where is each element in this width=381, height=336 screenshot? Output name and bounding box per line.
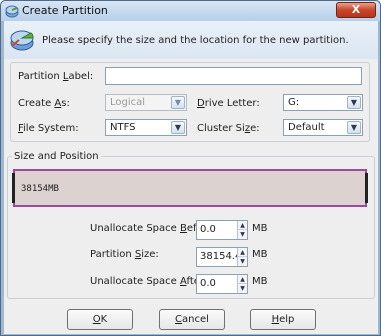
- space-before-value: 0.0: [200, 224, 216, 235]
- drive-letter-select[interactable]: G: ▼: [283, 94, 363, 111]
- partition-size-label: Partition Size:: [90, 249, 159, 260]
- space-after-label: Unallocate Space After:: [90, 276, 207, 287]
- partition-app-icon: [5, 5, 19, 18]
- space-after-spinner[interactable]: ▲ ▼: [237, 275, 247, 293]
- create-as-value: Logical: [110, 97, 146, 108]
- space-after-unit: MB: [252, 276, 268, 287]
- chevron-down-icon: ▼: [171, 96, 185, 109]
- cluster-size-select[interactable]: Default ▼: [283, 119, 363, 136]
- header-instruction: Please specify the size and the location…: [42, 35, 349, 46]
- spin-up-icon[interactable]: ▲: [238, 275, 247, 284]
- create-as-select[interactable]: Logical ▼: [105, 94, 187, 111]
- space-after-input[interactable]: 0.0 ▲ ▼: [196, 274, 248, 294]
- partition-size-value: 38154.4: [200, 251, 242, 262]
- left-resize-handle[interactable]: [12, 173, 15, 203]
- partition-disk-icon: [10, 30, 34, 51]
- space-after-value: 0.0: [200, 278, 216, 289]
- cluster-size-value: Default: [288, 122, 325, 133]
- drive-letter-label: Drive Letter:: [197, 98, 260, 109]
- window-title: Create Partition: [22, 4, 108, 17]
- ok-button[interactable]: OK: [67, 309, 133, 330]
- spin-down-icon[interactable]: ▼: [238, 230, 247, 239]
- dialog-header: Please specify the size and the location…: [4, 21, 378, 59]
- file-system-value: NTFS: [110, 122, 136, 133]
- dialog-body: Partition Label: Create As: Logical ▼ Dr…: [4, 59, 378, 334]
- file-system-select[interactable]: NTFS ▼: [105, 119, 187, 136]
- space-before-spinner[interactable]: ▲ ▼: [237, 221, 247, 239]
- space-before-unit: MB: [252, 223, 268, 234]
- cluster-size-label: Cluster Size:: [197, 123, 260, 134]
- partition-size-spinner[interactable]: ▲ ▼: [237, 248, 247, 266]
- size-position-title: Size and Position: [12, 151, 101, 162]
- spin-down-icon[interactable]: ▼: [238, 284, 247, 293]
- partition-map-bar[interactable]: 38154MB: [12, 169, 368, 207]
- partition-label-field[interactable]: [105, 67, 362, 85]
- partition-size-unit: MB: [252, 249, 268, 260]
- right-resize-handle[interactable]: [365, 173, 368, 203]
- partition-size-input[interactable]: 38154.4 ▲ ▼: [196, 247, 248, 267]
- chevron-down-icon: ▼: [171, 121, 185, 134]
- title-bar[interactable]: Create Partition X: [1, 1, 380, 21]
- chevron-down-icon: ▼: [347, 96, 361, 109]
- file-system-label: File System:: [18, 123, 79, 134]
- drive-letter-value: G:: [288, 97, 300, 108]
- cancel-button[interactable]: Cancel: [159, 309, 225, 330]
- create-as-label: Create As:: [18, 98, 70, 109]
- partition-size-display: 38154MB: [21, 184, 59, 194]
- help-button[interactable]: Help: [250, 309, 316, 330]
- spin-down-icon[interactable]: ▼: [238, 257, 247, 266]
- spin-up-icon[interactable]: ▲: [238, 221, 247, 230]
- spin-up-icon[interactable]: ▲: [238, 248, 247, 257]
- partition-label-label: Partition Label:: [18, 71, 94, 82]
- close-button[interactable]: X: [336, 2, 376, 18]
- chevron-down-icon: ▼: [347, 121, 361, 134]
- space-before-input[interactable]: 0.0 ▲ ▼: [196, 220, 248, 240]
- create-partition-window: Create Partition X Please specify the si…: [0, 0, 381, 336]
